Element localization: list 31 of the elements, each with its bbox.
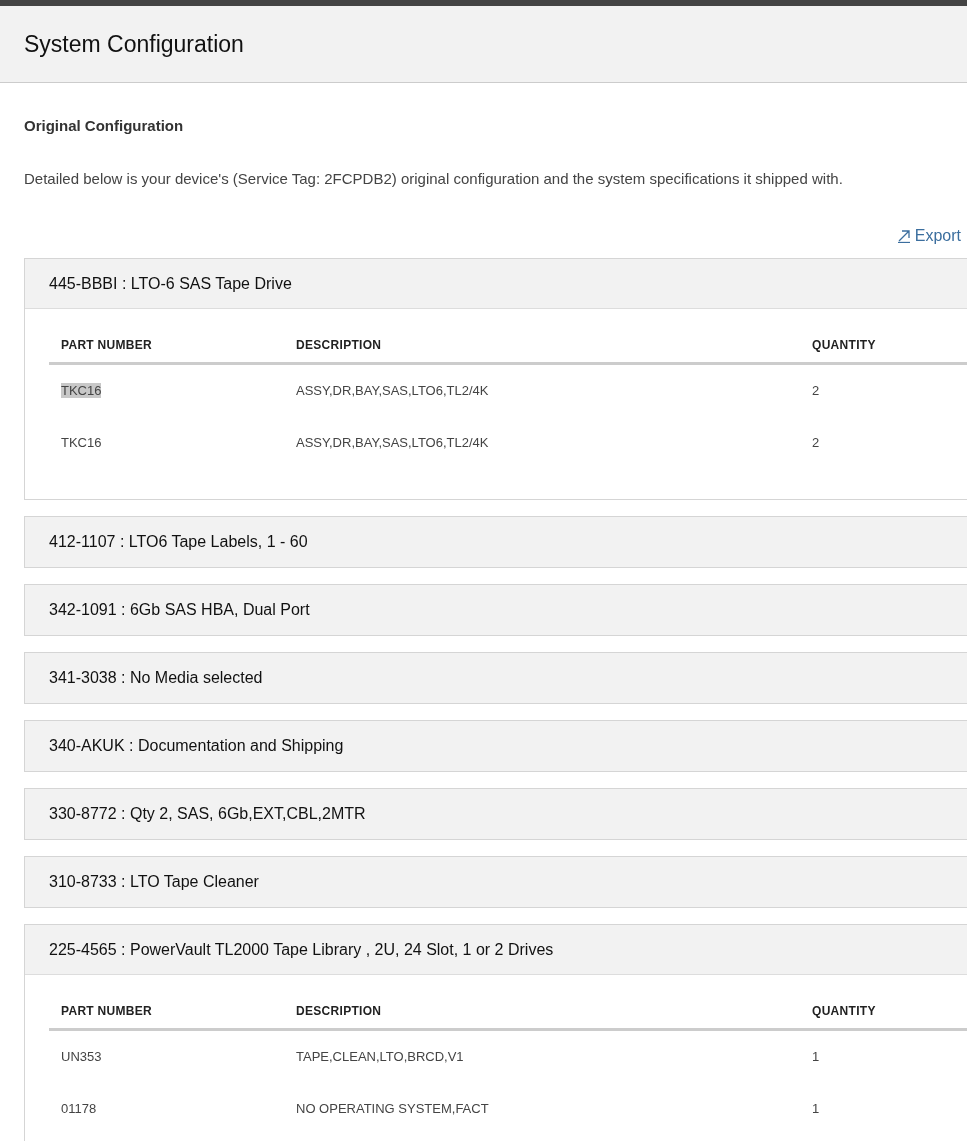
table-cell: UN353 <box>61 1049 102 1065</box>
group-header[interactable]: 341-3038 : No Media selected <box>25 653 967 703</box>
group-header[interactable]: 412-1107 : LTO6 Tape Labels, 1 - 60 <box>25 517 967 567</box>
table-cell: 1 <box>812 1049 820 1065</box>
table-cell: TAPE,CLEAN,LTO,BRCD,V1 <box>296 1049 464 1065</box>
column-header: DESCRIPTION <box>296 1002 383 1020</box>
table-cell: TKC16 <box>61 383 102 399</box>
table-cell: 2 <box>812 383 820 399</box>
table-cell: ASSY,DR,BAY,SAS,LTO6,TL2/4K <box>296 383 489 399</box>
export-link[interactable]: Export <box>896 224 961 248</box>
group-header[interactable]: 330-8772 : Qty 2, SAS, 6Gb,EXT,CBL,2MTR <box>25 789 967 839</box>
page-title: System Configuration <box>24 29 244 59</box>
column-header: QUANTITY <box>812 1002 877 1020</box>
section-title: Original Configuration <box>24 116 185 136</box>
group-header[interactable]: 310-8733 : LTO Tape Cleaner <box>25 857 967 907</box>
export-icon <box>896 229 911 243</box>
table-cell: 2 <box>812 435 820 451</box>
column-header: DESCRIPTION <box>296 336 383 354</box>
intro-text: Detailed below is your device's (Service Tag: 2FCPDB2) original configuration and the system specifications it shipped with. <box>24 168 844 189</box>
group-header[interactable]: 445-BBBI : LTO-6 SAS Tape Drive <box>25 259 967 309</box>
column-header: QUANTITY <box>812 336 877 354</box>
column-header: PART NUMBER <box>60 1002 154 1020</box>
table-cell: 01178 <box>61 1101 97 1117</box>
group-header[interactable]: 225-4565 : PowerVault TL2000 Tape Library , 2U, 24 Slot, 1 or 2 Drives <box>25 925 967 975</box>
table-cell: TKC16 <box>61 435 102 451</box>
group-header[interactable]: 340-AKUK : Documentation and Shipping <box>25 721 967 771</box>
column-header: PART NUMBER <box>60 336 154 354</box>
table-cell: NO OPERATING SYSTEM,FACT <box>296 1101 489 1117</box>
group-header[interactable]: 342-1091 : 6Gb SAS HBA, Dual Port <box>25 585 967 635</box>
table-cell: ASSY,DR,BAY,SAS,LTO6,TL2/4K <box>296 435 489 451</box>
table-cell: 1 <box>812 1101 820 1117</box>
